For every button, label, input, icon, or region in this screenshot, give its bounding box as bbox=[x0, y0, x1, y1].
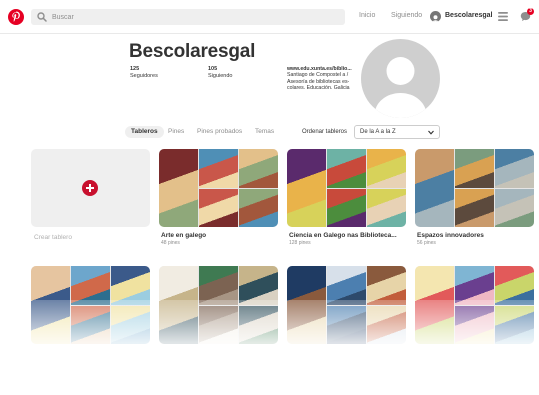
notification-badge: 3 bbox=[527, 8, 534, 15]
profile-name: Bescolaresgal bbox=[129, 41, 256, 62]
pin-thumbnail bbox=[327, 149, 366, 188]
chevron-down-icon bbox=[428, 130, 434, 135]
tab-pins[interactable]: Pines bbox=[168, 126, 184, 138]
menu-icon[interactable] bbox=[498, 12, 508, 21]
pin-thumbnail bbox=[199, 266, 238, 305]
board-cover[interactable] bbox=[159, 149, 278, 227]
pin-thumbnail bbox=[239, 149, 278, 188]
sort-dropdown[interactable]: De la A a la Z bbox=[354, 125, 440, 139]
search-icon bbox=[37, 12, 47, 22]
nav-following-link[interactable]: Siguiendo bbox=[391, 12, 422, 19]
pin-thumbnail bbox=[327, 188, 366, 227]
pin-thumbnail bbox=[415, 149, 454, 227]
pin-thumbnail bbox=[287, 149, 326, 227]
create-board-label: Crear tablero bbox=[34, 234, 72, 241]
avatar bbox=[430, 11, 441, 22]
pin-thumbnail bbox=[71, 266, 110, 305]
pin-thumbnail bbox=[367, 266, 406, 305]
pin-thumbnail bbox=[111, 266, 150, 305]
create-board-tile[interactable] bbox=[31, 149, 150, 227]
board-pin-count: 48 pines bbox=[161, 240, 180, 246]
board-cover[interactable] bbox=[287, 149, 406, 227]
tab-topics[interactable]: Temas bbox=[255, 126, 274, 138]
pin-thumbnail bbox=[455, 188, 494, 227]
pin-thumbnail bbox=[239, 266, 278, 305]
pin-thumbnail bbox=[495, 149, 534, 188]
pin-thumbnail bbox=[327, 266, 366, 305]
nav-home-link[interactable]: Inicio bbox=[359, 12, 375, 19]
following-label: Siguiendo bbox=[208, 72, 233, 79]
add-icon bbox=[82, 180, 98, 196]
board-title[interactable]: Arte en galego bbox=[161, 232, 279, 239]
profile-bio: www.edu.xunta.es/biblio... Santiago de C… bbox=[287, 66, 359, 92]
pin-thumbnail bbox=[367, 188, 406, 227]
pin-thumbnail bbox=[455, 266, 494, 305]
bio-text: Santiago de Compostel a / Asesoría de bi… bbox=[287, 72, 350, 92]
followers-label: Seguidores bbox=[130, 72, 158, 79]
pin-thumbnail bbox=[199, 188, 238, 227]
top-header: Inicio Siguiendo Bescolaresgal 3 bbox=[0, 0, 539, 34]
board-title[interactable]: Ciencia en Galego nas Biblioteca... bbox=[289, 232, 407, 239]
pin-thumbnail bbox=[455, 149, 494, 188]
tab-tried-pins[interactable]: Pines probados bbox=[197, 126, 242, 138]
following-stat[interactable]: 105 Siguiendo bbox=[208, 66, 232, 79]
board-pin-count: 56 pines bbox=[417, 240, 436, 246]
board-title[interactable]: Espazos innovadores bbox=[417, 232, 535, 239]
pin-thumbnail bbox=[199, 149, 238, 188]
search-bar[interactable] bbox=[31, 9, 345, 25]
board-cover[interactable] bbox=[415, 149, 534, 227]
profile-picture bbox=[361, 39, 440, 118]
board-pin-count: 128 pines bbox=[289, 240, 311, 246]
followers-stat[interactable]: 125 Seguidores bbox=[130, 66, 158, 79]
bottom-fade-overlay bbox=[0, 300, 539, 395]
pin-thumbnail bbox=[159, 149, 198, 227]
username-label: Bescolaresgal bbox=[445, 12, 493, 19]
tab-boards[interactable]: Tableros bbox=[125, 126, 164, 138]
pin-thumbnail bbox=[367, 149, 406, 188]
search-input[interactable] bbox=[52, 9, 337, 25]
pin-thumbnail bbox=[495, 266, 534, 305]
pin-thumbnail bbox=[239, 188, 278, 227]
sort-label: Ordenar tableros bbox=[302, 129, 348, 135]
pin-thumbnail bbox=[495, 188, 534, 227]
pinterest-logo-icon[interactable] bbox=[8, 9, 24, 25]
sort-selected-value: De la A a la Z bbox=[360, 129, 396, 135]
